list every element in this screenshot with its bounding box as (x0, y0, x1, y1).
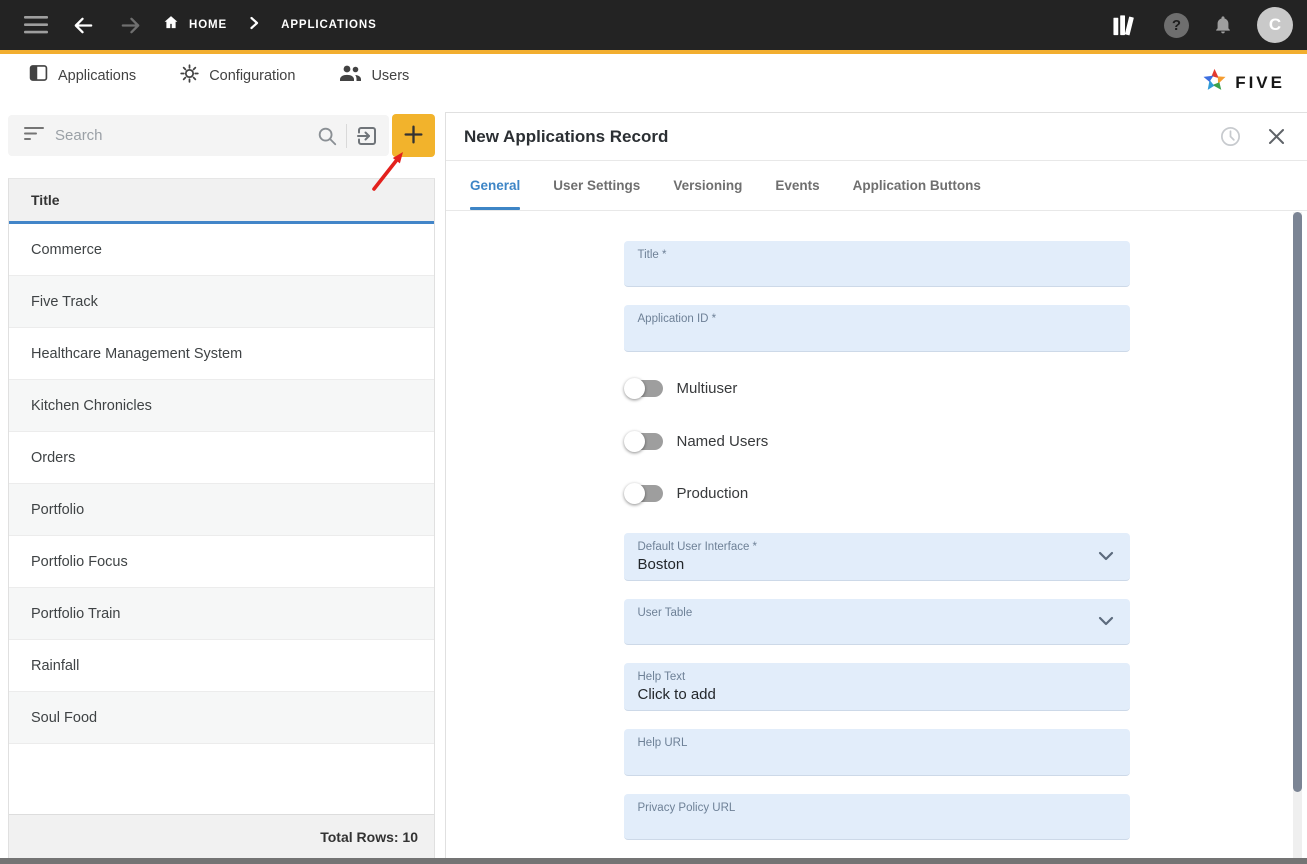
tab-users-label: Users (371, 68, 409, 84)
help-url-label: Help URL (638, 737, 1116, 749)
records-table: Title Commerce Five Track Healthcare Man… (8, 178, 435, 858)
notifications-bell-icon[interactable] (1213, 14, 1233, 36)
configuration-gear-icon (179, 63, 200, 89)
list-item[interactable]: Healthcare Management System (9, 328, 434, 380)
tab-applications[interactable]: Applications (28, 63, 136, 88)
application-id-field-label: Application ID * (638, 313, 1116, 325)
tab-configuration-label: Configuration (209, 68, 295, 84)
total-rows-footer: Total Rows: 10 (9, 814, 434, 858)
privacy-policy-url-field[interactable]: Privacy Policy URL (624, 794, 1130, 840)
breadcrumb-current-label: APPLICATIONS (281, 19, 377, 31)
column-header-title[interactable]: Title (9, 179, 434, 224)
user-table-select[interactable]: User Table (624, 599, 1130, 645)
avatar[interactable]: C (1257, 7, 1293, 43)
tab-applications-label: Applications (58, 68, 136, 84)
list-item[interactable]: Orders (9, 432, 434, 484)
list-item[interactable]: Portfolio (9, 484, 434, 536)
breadcrumb-home-label: HOME (189, 19, 227, 31)
default-user-interface-value: Boston (638, 556, 1116, 573)
top-navbar: HOME APPLICATIONS ? C (0, 0, 1307, 50)
help-text-field[interactable]: Help Text Click to add (624, 663, 1130, 711)
default-user-interface-label: Default User Interface * (638, 541, 1116, 553)
help-url-field[interactable]: Help URL (624, 729, 1130, 775)
title-field-label: Title * (638, 249, 1116, 261)
toggle-knob (624, 378, 645, 399)
brand-wordmark: FIVE (1235, 73, 1285, 93)
list-item[interactable]: Portfolio Train (9, 588, 434, 640)
list-item[interactable]: Kitchen Chronicles (9, 380, 434, 432)
home-icon (162, 14, 180, 36)
production-label: Production (677, 485, 749, 502)
filter-icon[interactable] (24, 126, 44, 146)
user-table-label: User Table (638, 607, 1116, 619)
five-pinwheel-icon (1201, 67, 1228, 99)
total-rows-label: Total Rows: 10 (320, 829, 434, 845)
record-panel-title: New Applications Record (464, 127, 668, 147)
record-tabs: General User Settings Versioning Events … (446, 161, 1307, 211)
hamburger-menu-icon[interactable] (24, 16, 48, 34)
breadcrumb-chevron-icon (249, 16, 259, 35)
list-item[interactable]: Soul Food (9, 692, 434, 744)
help-text-value: Click to add (638, 686, 1116, 703)
named-users-toggle-row: Named Users (624, 428, 1130, 454)
forward-arrow-icon[interactable] (119, 14, 142, 37)
add-record-button[interactable] (392, 114, 435, 157)
chevron-down-icon (1098, 613, 1114, 631)
divider (346, 124, 347, 148)
record-panel-header: New Applications Record (446, 113, 1307, 161)
title-field[interactable]: Title * (624, 241, 1130, 287)
list-item[interactable]: Five Track (9, 276, 434, 328)
production-toggle-row: Production (624, 481, 1130, 507)
named-users-label: Named Users (677, 433, 769, 450)
search-icon[interactable] (316, 125, 338, 147)
help-icon[interactable]: ? (1164, 13, 1189, 38)
plus-icon (403, 124, 424, 148)
vertical-scrollbar-track[interactable] (1293, 212, 1302, 858)
multiuser-label: Multiuser (677, 380, 738, 397)
application-id-field[interactable]: Application ID * (624, 305, 1130, 351)
new-record-panel: New Applications Record General User Set… (445, 112, 1307, 858)
tab-configuration[interactable]: Configuration (179, 63, 295, 89)
chevron-down-icon (1098, 548, 1114, 566)
page: HOME APPLICATIONS ? C (0, 0, 1307, 864)
tab-events[interactable]: Events (775, 161, 819, 210)
go-to-record-icon[interactable] (355, 124, 379, 148)
breadcrumb: HOME APPLICATIONS (162, 14, 377, 36)
toggle-knob (624, 483, 645, 504)
toggle-knob (624, 431, 645, 452)
applications-icon (28, 63, 49, 88)
list-item[interactable]: Portfolio Focus (9, 536, 434, 588)
help-text-label: Help Text (638, 671, 1116, 683)
horizontal-scrollbar[interactable] (0, 858, 1307, 864)
search-bar (8, 115, 389, 156)
users-icon (338, 64, 362, 87)
breadcrumb-home[interactable]: HOME (162, 14, 227, 36)
multiuser-toggle[interactable] (626, 380, 663, 397)
default-user-interface-select[interactable]: Default User Interface * Boston (624, 533, 1130, 581)
column-header-label: Title (9, 192, 60, 208)
tab-user-settings[interactable]: User Settings (553, 161, 640, 210)
record-form: Title * Application ID * Multiuser Named… (446, 213, 1307, 858)
tab-general[interactable]: General (470, 161, 520, 210)
privacy-policy-url-label: Privacy Policy URL (638, 802, 1116, 814)
list-item[interactable]: Commerce (9, 224, 434, 276)
back-arrow-icon[interactable] (72, 14, 95, 37)
search-input[interactable] (44, 127, 316, 144)
records-list-panel: Title Commerce Five Track Healthcare Man… (8, 112, 435, 858)
five-brand-logo: FIVE (1201, 67, 1285, 99)
tab-versioning[interactable]: Versioning (673, 161, 742, 210)
library-books-icon[interactable] (1110, 13, 1140, 38)
multiuser-toggle-row: Multiuser (624, 376, 1130, 402)
tab-users[interactable]: Users (338, 64, 409, 87)
list-item[interactable]: Rainfall (9, 640, 434, 692)
tab-application-buttons[interactable]: Application Buttons (853, 161, 981, 210)
production-toggle[interactable] (626, 485, 663, 502)
named-users-toggle[interactable] (626, 433, 663, 450)
vertical-scrollbar-thumb[interactable] (1293, 212, 1302, 792)
module-toolbar: Applications Configuration Users (0, 54, 1307, 112)
close-icon[interactable] (1268, 128, 1285, 145)
history-clock-icon[interactable] (1219, 125, 1242, 148)
